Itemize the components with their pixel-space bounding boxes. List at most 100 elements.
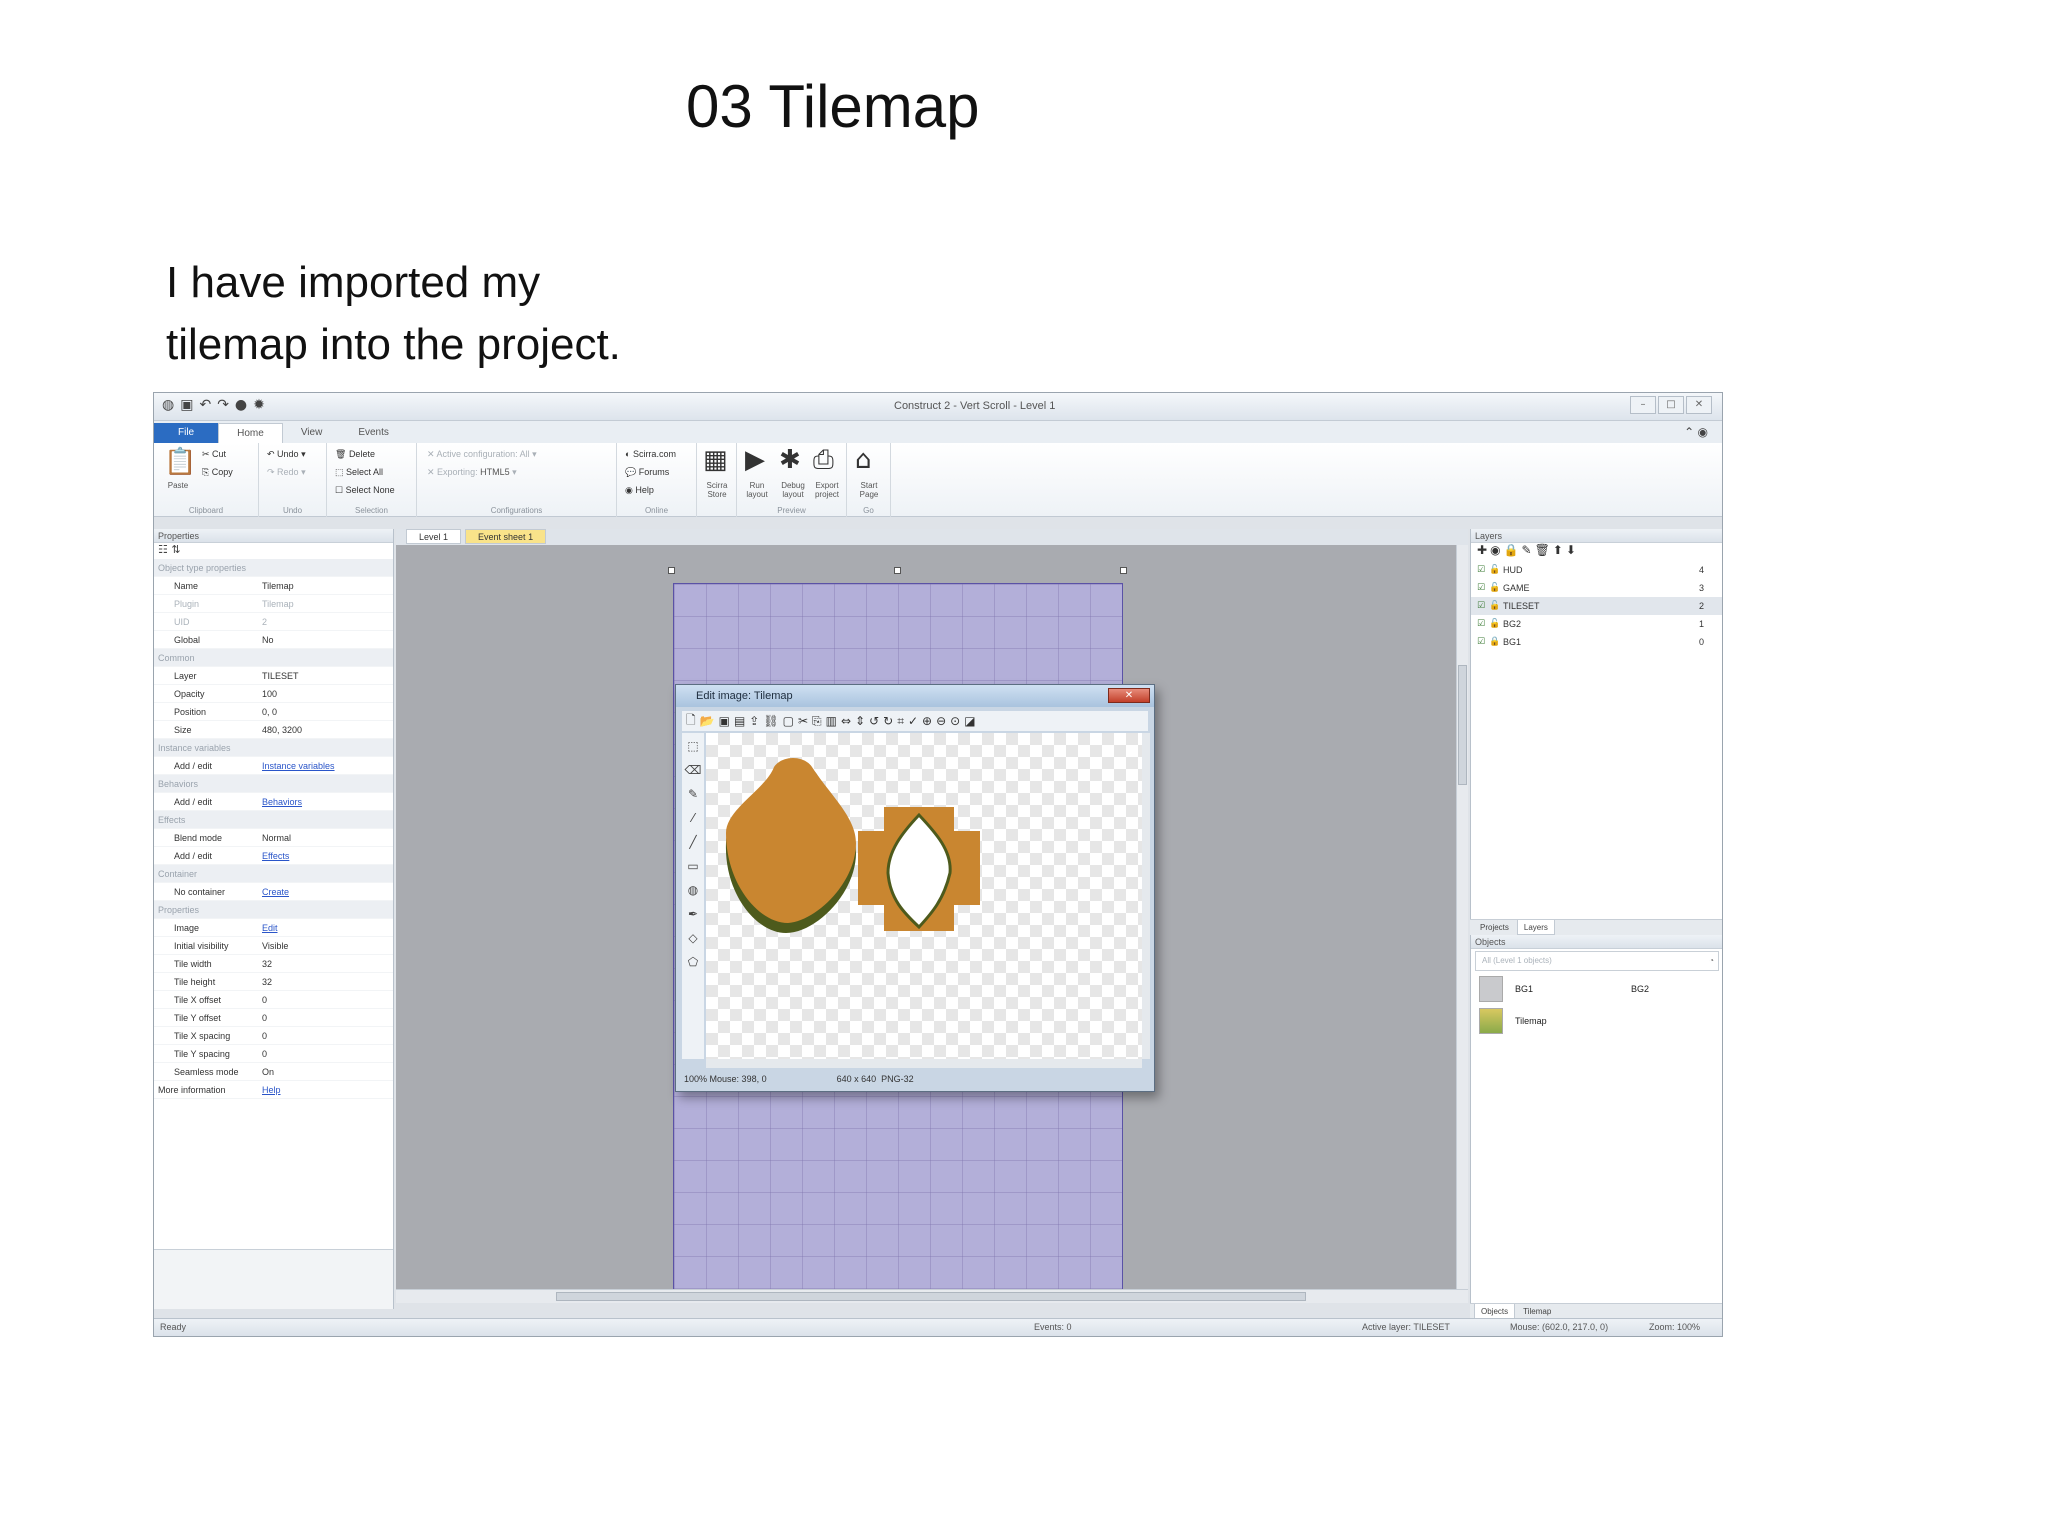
property-section[interactable]: Instance variables xyxy=(154,739,393,757)
image-canvas[interactable] xyxy=(706,733,1142,1059)
crop-icon[interactable]: ▢ xyxy=(783,714,794,728)
scirra-link[interactable]: ◐ Scirra.com xyxy=(625,449,676,459)
add-layer-icon[interactable]: ✚ xyxy=(1477,543,1490,557)
scrollbar-thumb[interactable] xyxy=(1458,665,1467,785)
layer-row[interactable]: ☑ 🔒 BG1 0 xyxy=(1471,633,1722,651)
paste-button[interactable]: Paste xyxy=(162,481,194,490)
run-icon[interactable]: ● xyxy=(235,397,247,413)
property-value[interactable]: Effects xyxy=(262,847,393,864)
resize-handle[interactable] xyxy=(1120,567,1127,574)
property-row[interactable]: Tile width 32 xyxy=(154,955,393,973)
zoom-reset-icon[interactable]: ⊙ xyxy=(950,714,960,728)
layer-row[interactable]: ☑ 🔓 GAME 3 xyxy=(1471,579,1722,597)
property-value[interactable]: 32 xyxy=(262,955,393,972)
link-icon[interactable]: ⛓ xyxy=(763,714,778,728)
redo-button[interactable]: ↷ Redo ▾ xyxy=(267,467,306,478)
collision-icon[interactable]: ⬠ xyxy=(688,955,698,969)
copy-button[interactable]: ⎘ Copy xyxy=(202,467,233,478)
property-value[interactable]: 100 xyxy=(262,685,393,702)
scrollbar-thumb[interactable] xyxy=(556,1292,1306,1301)
property-section[interactable]: Object type properties xyxy=(154,559,393,577)
app-icon[interactable]: ◍ xyxy=(162,397,174,413)
save-icon[interactable]: ▣ xyxy=(180,397,193,413)
edit-icon[interactable]: ✎ xyxy=(1522,543,1535,557)
help-link[interactable]: ◉ Help xyxy=(625,485,654,496)
flip-horizontal-icon[interactable]: ⇔ xyxy=(841,714,851,728)
select-all-button[interactable]: ⬚ Select All xyxy=(335,467,383,478)
unlocked-icon[interactable]: 🔓 xyxy=(1489,597,1503,615)
new-icon[interactable]: 🗋 xyxy=(686,711,696,732)
layout-vertical-scrollbar[interactable] xyxy=(1456,545,1468,1289)
forums-link[interactable]: 💬 Forums xyxy=(625,467,669,478)
property-row[interactable]: Add / edit Behaviors xyxy=(154,793,393,811)
property-value[interactable]: Create xyxy=(262,883,393,900)
visibility-checkbox[interactable]: ☑ xyxy=(1477,597,1489,615)
property-row[interactable]: Size 480, 3200 xyxy=(154,721,393,739)
property-value[interactable]: On xyxy=(262,1063,393,1080)
layer-row[interactable]: ☑ 🔓 TILESET 2 xyxy=(1471,597,1722,615)
property-row[interactable]: Seamless mode On xyxy=(154,1063,393,1081)
select-none-button[interactable]: ☐ Select None xyxy=(335,485,395,496)
tab-file[interactable]: File xyxy=(154,423,219,443)
property-value[interactable]: 0 xyxy=(262,1045,393,1062)
cut-button[interactable]: ✂ Cut xyxy=(202,449,226,460)
resize-handle[interactable] xyxy=(668,567,675,574)
zoom-in-icon[interactable]: ⊕ xyxy=(922,714,932,728)
property-value[interactable]: Behaviors xyxy=(262,793,393,810)
dialog-close-button[interactable]: ✕ xyxy=(1108,688,1150,703)
property-row[interactable]: Global No xyxy=(154,631,393,649)
property-row[interactable]: Position 0, 0 xyxy=(154,703,393,721)
help-icon[interactable]: ⌃ ◉ xyxy=(1684,425,1708,439)
property-row[interactable]: Tile Y spacing 0 xyxy=(154,1045,393,1063)
apply-icon[interactable]: ✓ xyxy=(908,714,918,728)
property-row[interactable]: Initial visibility Visible xyxy=(154,937,393,955)
property-section[interactable]: Common xyxy=(154,649,393,667)
property-row[interactable]: UID 2 xyxy=(154,613,393,631)
unlocked-icon[interactable]: 🔓 xyxy=(1489,561,1503,579)
color-picker-icon[interactable]: ✒ xyxy=(688,907,698,921)
property-row[interactable]: Image Edit xyxy=(154,919,393,937)
tab-tilemap[interactable]: Tilemap xyxy=(1517,1304,1557,1319)
property-value[interactable]: 0 xyxy=(262,991,393,1008)
store-button[interactable]: Scirra Store xyxy=(699,481,735,499)
maximize-button[interactable]: □ xyxy=(1658,396,1684,414)
property-value[interactable]: Edit xyxy=(262,919,393,936)
locked-icon[interactable]: 🔒 xyxy=(1489,633,1503,651)
pencil-icon[interactable]: ✎ xyxy=(688,787,698,801)
layer-row[interactable]: ☑ 🔓 BG2 1 xyxy=(1471,615,1722,633)
property-link[interactable]: Effects xyxy=(262,851,289,861)
resize-handle[interactable] xyxy=(894,567,901,574)
rectangle-icon[interactable]: ▭ xyxy=(687,859,698,873)
unlocked-icon[interactable]: 🔓 xyxy=(1489,579,1503,597)
property-row[interactable]: Tile X spacing 0 xyxy=(154,1027,393,1045)
run-layout-icon[interactable]: ▶ xyxy=(745,445,765,475)
property-row[interactable]: Tile X offset 0 xyxy=(154,991,393,1009)
export-project-button[interactable]: Export project xyxy=(809,481,845,499)
property-value[interactable]: No xyxy=(262,631,393,648)
eraser-icon[interactable]: ⌫ xyxy=(685,763,702,777)
property-row[interactable]: Add / edit Instance variables xyxy=(154,757,393,775)
zoom-out-icon[interactable]: ⊖ xyxy=(936,714,946,728)
property-value[interactable]: 2 xyxy=(262,613,393,630)
delete-icon[interactable]: 🗑 xyxy=(1535,543,1553,557)
paste-icon[interactable]: 📋 xyxy=(164,447,196,477)
property-link[interactable]: Behaviors xyxy=(262,797,302,807)
property-value[interactable]: Visible xyxy=(262,937,393,954)
lock-icon[interactable]: 🔒 xyxy=(1504,543,1522,557)
undo-button[interactable]: ↶ Undo ▾ xyxy=(267,449,306,460)
tab-event-sheet-1[interactable]: Event sheet 1 xyxy=(465,529,547,544)
visibility-checkbox[interactable]: ☑ xyxy=(1477,615,1489,633)
line-icon[interactable]: ╱ xyxy=(689,835,696,849)
visibility-checkbox[interactable]: ☑ xyxy=(1477,633,1489,651)
paste-icon[interactable]: ▥ xyxy=(826,714,837,728)
save-icon[interactable]: ▣ xyxy=(719,714,730,728)
property-value[interactable]: 0 xyxy=(262,1027,393,1044)
resize-icon[interactable]: ◪ xyxy=(964,714,975,728)
rotate-right-icon[interactable]: ↻ xyxy=(883,714,893,728)
move-down-icon[interactable]: ⬇ xyxy=(1566,543,1579,557)
start-page-button[interactable]: Start Page xyxy=(851,481,887,499)
layer-row[interactable]: ☑ 🔓 HUD 4 xyxy=(1471,561,1722,579)
property-row[interactable]: Name Tilemap xyxy=(154,577,393,595)
tab-level-1[interactable]: Level 1 xyxy=(406,529,462,544)
tab-events[interactable]: Events xyxy=(340,423,407,443)
